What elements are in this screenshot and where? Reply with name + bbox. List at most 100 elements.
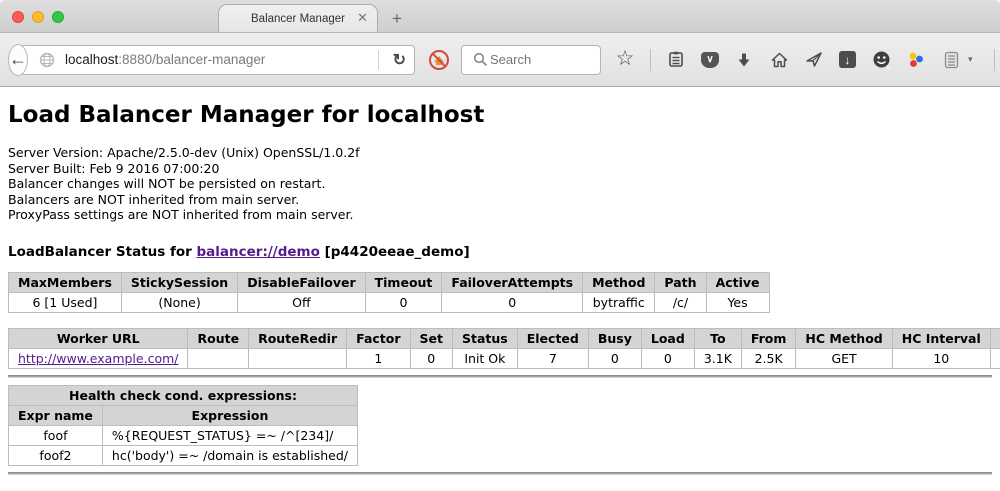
col-to: To	[694, 328, 741, 348]
toolbar-divider	[650, 49, 651, 71]
col-expr-name: Expr name	[9, 405, 103, 425]
bookmark-star-icon[interactable]: ☆	[615, 49, 635, 69]
table-header-row: Worker URL Route RouteRedir Factor Set S…	[9, 328, 1000, 348]
col-maxmembers: MaxMembers	[9, 272, 122, 292]
cell-load: 0	[641, 348, 694, 368]
health-check-expressions-table: Health check cond. expressions: Expr nam…	[8, 385, 358, 466]
inherit-notice-line: Balancers are NOT inherited from main se…	[8, 192, 992, 208]
cell-hc-method: GET	[796, 348, 892, 368]
server-built-line: Server Built: Feb 9 2016 07:00:20	[8, 161, 992, 177]
cell-expression: hc('body') =~ /domain is established/	[102, 445, 357, 465]
cell-from: 2.5K	[741, 348, 796, 368]
cell-to: 3.1K	[694, 348, 741, 368]
container-extension-icon[interactable]	[941, 50, 961, 70]
overflow-caret-icon[interactable]: ▾	[968, 54, 973, 65]
cell-hc-interval: 10	[892, 348, 990, 368]
home-icon[interactable]	[769, 50, 789, 70]
downloads-icon[interactable]	[734, 50, 754, 70]
col-disablefailover: DisableFailover	[238, 272, 365, 292]
toolbar-divider	[994, 49, 995, 71]
color-dots-extension-icon[interactable]	[906, 50, 926, 70]
toolbar-icons: ☆ ∨ ↓ ▾	[615, 49, 1000, 71]
cell-factor: 1	[347, 348, 410, 368]
zoom-window-button[interactable]	[52, 11, 64, 23]
table-row: foof %{REQUEST_STATUS} =~ /^[234]/	[9, 425, 358, 445]
balancer-demo-link[interactable]: balancer://demo	[197, 244, 320, 260]
loadbalancer-status-heading: LoadBalancer Status for balancer://demo …	[8, 244, 992, 260]
status-suffix: [p4420eeae_demo]	[320, 244, 470, 260]
cell-path: /c/	[655, 292, 706, 312]
table-row: foof2 hc('body') =~ /domain is establish…	[9, 445, 358, 465]
col-load: Load	[641, 328, 694, 348]
col-active: Active	[706, 272, 769, 292]
cell-disablefailover: Off	[238, 292, 365, 312]
page-title: Load Balancer Manager for localhost	[8, 87, 992, 128]
back-arrow-icon: ←	[9, 49, 27, 70]
cell-active: Yes	[706, 292, 769, 312]
col-passes: Passes	[990, 328, 1000, 348]
tab-strip: Balancer Manager ✕ +	[218, 0, 416, 32]
cell-route	[188, 348, 249, 368]
new-tab-button[interactable]: +	[378, 9, 416, 32]
plugin-blocked-icon[interactable]	[427, 48, 451, 72]
search-input[interactable]	[490, 52, 590, 67]
worker-url-link[interactable]: http://www.example.com/	[18, 351, 178, 366]
url-path: :8880/balancer-manager	[118, 52, 265, 67]
cell-busy: 0	[588, 348, 641, 368]
balancer-settings-table: MaxMembers StickySession DisableFailover…	[8, 272, 770, 313]
cell-elected: 7	[517, 348, 588, 368]
col-timeout: Timeout	[365, 272, 442, 292]
section-divider	[8, 375, 992, 378]
search-box[interactable]	[461, 45, 601, 75]
cell-expr-name: foof2	[9, 445, 103, 465]
url-host: localhost	[65, 52, 118, 67]
col-hc-interval: HC Interval	[892, 328, 990, 348]
table-header-row: Expr name Expression	[9, 405, 358, 425]
cell-failoverattempts: 0	[442, 292, 583, 312]
window-controls	[12, 11, 64, 23]
table-row: 6 [1 Used] (None) Off 0 0 bytraffic /c/ …	[9, 292, 770, 312]
cell-maxmembers: 6 [1 Used]	[9, 292, 122, 312]
back-button[interactable]: ←	[8, 44, 28, 76]
globe-icon	[37, 50, 57, 70]
search-icon	[470, 50, 490, 70]
col-hc-method: HC Method	[796, 328, 892, 348]
smiley-icon[interactable]	[871, 50, 891, 70]
col-elected: Elected	[517, 328, 588, 348]
persist-notice-line: Balancer changes will NOT be persisted o…	[8, 176, 992, 192]
cell-stickysession: (None)	[121, 292, 237, 312]
send-plane-icon[interactable]	[804, 50, 824, 70]
cell-method: bytraffic	[583, 292, 655, 312]
table-row: http://www.example.com/ 1 0 Init Ok 7 0 …	[9, 348, 1000, 368]
pocket-icon[interactable]: ∨	[701, 52, 719, 68]
minimize-window-button[interactable]	[32, 11, 44, 23]
col-expression: Expression	[102, 405, 357, 425]
navigation-toolbar: ← localhost:8880/balancer-manager ↻	[0, 33, 1000, 87]
table-title-row: Health check cond. expressions:	[9, 385, 358, 405]
page-bottom-divider	[8, 472, 992, 475]
col-routeredir: RouteRedir	[249, 328, 347, 348]
download-extension-icon[interactable]: ↓	[839, 51, 856, 68]
cell-worker-url: http://www.example.com/	[9, 348, 188, 368]
col-factor: Factor	[347, 328, 410, 348]
col-route: Route	[188, 328, 249, 348]
urlbar-divider	[378, 50, 379, 70]
status-prefix: LoadBalancer Status for	[8, 244, 197, 260]
reading-list-icon[interactable]	[666, 50, 686, 70]
tab-close-icon[interactable]: ✕	[357, 11, 368, 25]
worker-status-table: Worker URL Route RouteRedir Factor Set S…	[8, 328, 1000, 369]
col-method: Method	[583, 272, 655, 292]
tab-title: Balancer Manager	[251, 13, 345, 25]
cell-status: Init Ok	[453, 348, 518, 368]
col-worker-url: Worker URL	[9, 328, 188, 348]
cell-passes: 1 (0)	[990, 348, 1000, 368]
reload-button[interactable]: ↻	[385, 50, 414, 70]
cell-set: 0	[410, 348, 452, 368]
tab-balancer-manager[interactable]: Balancer Manager ✕	[218, 4, 378, 32]
close-window-button[interactable]	[12, 11, 24, 23]
url-bar[interactable]: localhost:8880/balancer-manager ↻	[20, 45, 415, 75]
col-path: Path	[655, 272, 706, 292]
col-status: Status	[453, 328, 518, 348]
col-failoverattempts: FailoverAttempts	[442, 272, 583, 292]
server-version-line: Server Version: Apache/2.5.0-dev (Unix) …	[8, 145, 992, 161]
